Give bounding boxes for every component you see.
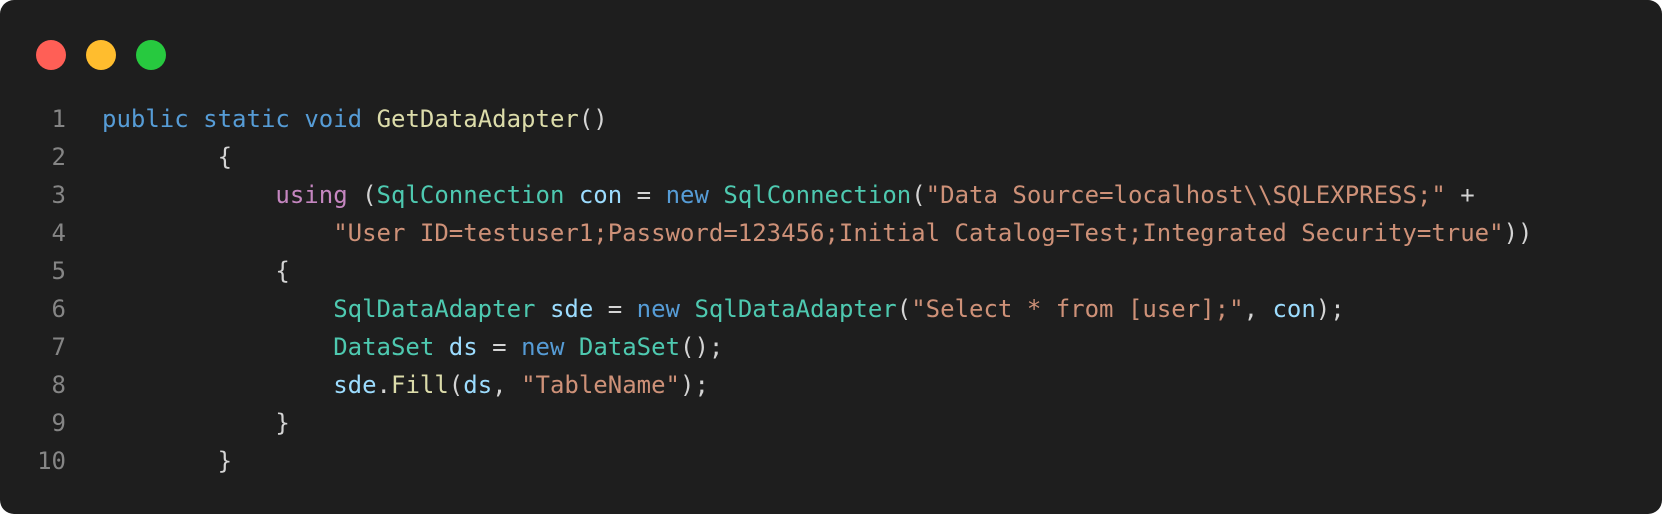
code-token: "User ID=testuser1;Password=123456;Initi… (333, 219, 1504, 247)
code-line: 2 { (0, 138, 1662, 176)
code-token: new (665, 181, 709, 209)
line-number: 3 (51, 181, 66, 209)
code-token: SqlConnection (723, 181, 912, 209)
code-token: { (102, 257, 290, 285)
code-token: , (492, 371, 522, 399)
code-line: 5 { (0, 252, 1662, 290)
line-number: 6 (51, 295, 66, 323)
code-token: = (593, 295, 637, 323)
code-token: ds (448, 333, 478, 361)
code-token: con (1272, 295, 1316, 323)
code-line: 3 using (SqlConnection con = new SqlConn… (0, 176, 1662, 214)
line-content: sde.Fill(ds, "TableName"); (102, 366, 709, 404)
code-line: 1 public static void GetDataAdapter() (0, 100, 1662, 138)
code-window: 1 public static void GetDataAdapter() 2 {3… (0, 0, 1662, 514)
code-token: DataSet (578, 333, 681, 361)
code-token: SqlConnection (376, 181, 565, 209)
code-line: 10 } (0, 442, 1662, 480)
line-content: { (102, 252, 290, 290)
line-number: 5 (51, 257, 66, 285)
code-token: sde (549, 295, 594, 323)
line-number: 7 (51, 333, 66, 361)
code-line: 8 sde.Fill(ds, "TableName"); (0, 366, 1662, 404)
code-token: . (376, 371, 391, 399)
code-token: void (304, 105, 363, 133)
code-token: } (102, 447, 233, 475)
code-token: ( (896, 295, 912, 323)
line-content: using (SqlConnection con = new SqlConnec… (102, 176, 1475, 214)
code-token: , (1243, 295, 1273, 323)
code-token: Fill (391, 371, 449, 399)
code-line: 7 DataSet ds = new DataSet(); (0, 328, 1662, 366)
code-token: ); (680, 371, 709, 399)
code-token: new (636, 295, 681, 323)
code-token: con (578, 181, 623, 209)
code-token: + (1445, 181, 1475, 209)
code-token: ds (463, 371, 493, 399)
close-button[interactable] (36, 40, 66, 70)
code-token: "Data Source=localhost\\SQLEXPRESS;" (925, 181, 1446, 209)
code-line: 9 } (0, 404, 1662, 442)
code-token: "TableName" (521, 371, 681, 399)
line-content: { (102, 138, 232, 176)
line-content: } (102, 442, 232, 480)
code-token: ( (911, 181, 926, 209)
code-token: SqlDataAdapter (694, 295, 897, 323)
code-token: static (203, 105, 290, 133)
code-token: DataSet (333, 333, 435, 361)
code-token: ( (448, 371, 464, 399)
code-block[interactable]: 1 public static void GetDataAdapter() 2 {3… (0, 100, 1662, 480)
line-content: public static void GetDataAdapter() (102, 100, 608, 138)
code-token: SqlDataAdapter (333, 295, 536, 323)
code-line: 6 SqlDataAdapter sde = new SqlDataAdapte… (0, 290, 1662, 328)
line-number: 10 (37, 447, 66, 475)
code-token: new (521, 333, 565, 361)
line-number: 1 (51, 105, 66, 133)
line-number: 2 (51, 143, 66, 171)
line-content: SqlDataAdapter sde = new SqlDataAdapter(… (102, 290, 1345, 328)
code-token: ( (347, 181, 377, 209)
code-token: = (477, 333, 522, 361)
code-token: sde (333, 371, 377, 399)
code-token: using (275, 181, 348, 209)
line-number: 4 (51, 219, 66, 247)
code-token: { (102, 143, 233, 171)
code-token: ); (1315, 295, 1345, 323)
minimize-button[interactable] (86, 40, 116, 70)
line-content: DataSet ds = new DataSet(); (102, 328, 723, 366)
code-token: = (622, 181, 666, 209)
line-content: } (102, 404, 290, 442)
maximize-button[interactable] (136, 40, 166, 70)
code-token: )) (1503, 219, 1533, 247)
window-controls (36, 40, 166, 70)
code-token: () (578, 105, 608, 133)
line-content: "User ID=testuser1;Password=123456;Initi… (102, 214, 1532, 252)
code-token: (); (680, 333, 724, 361)
code-token: public (102, 105, 189, 133)
code-token: "Select * from [user];" (911, 295, 1244, 323)
code-line: 4 "User ID=testuser1;Password=123456;Ini… (0, 214, 1662, 252)
line-number: 8 (51, 371, 66, 399)
code-token: } (102, 409, 290, 437)
code-token: GetDataAdapter (376, 105, 579, 133)
line-number: 9 (51, 409, 66, 437)
